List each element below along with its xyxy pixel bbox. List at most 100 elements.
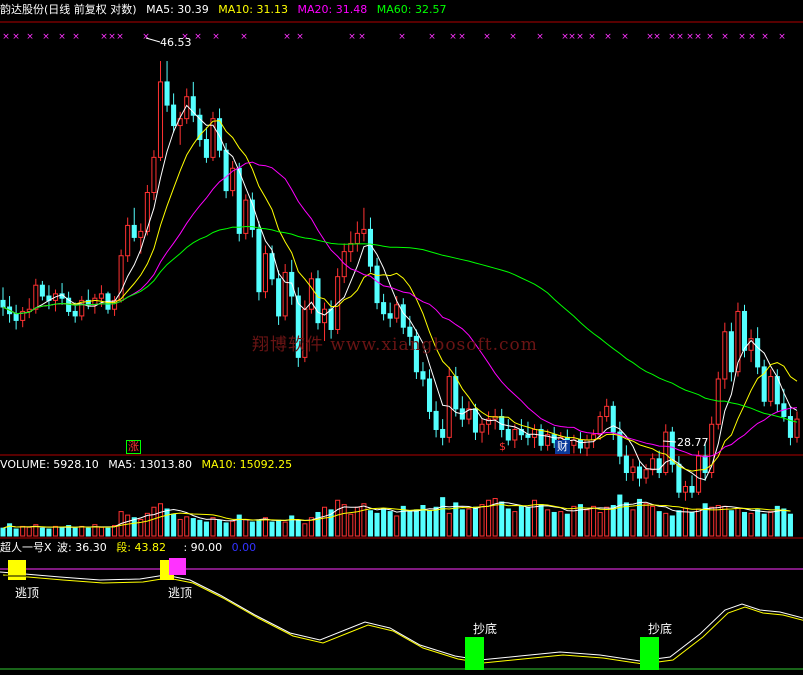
volume-bar (262, 517, 269, 537)
volume-bar (512, 511, 518, 537)
volume-bar (381, 508, 387, 537)
volume-bar (374, 512, 380, 537)
bottom-label-2: 抄底 (648, 622, 673, 636)
indicator-duan-line (2, 574, 803, 665)
volume-bar (282, 521, 288, 537)
low-price-label: 28.77 (677, 436, 709, 449)
signal-x-mark: × (449, 32, 457, 42)
volume-bar (761, 513, 767, 537)
candle-body (171, 104, 177, 127)
escape-label-1: 逃顶 (15, 586, 40, 600)
volume-bar (236, 514, 242, 537)
signal-x-mark: × (536, 32, 544, 42)
volume-bar (171, 513, 177, 537)
volume-bar (531, 499, 538, 537)
volume-bar (584, 509, 590, 537)
volume-bar (98, 526, 104, 537)
candle-body (630, 466, 636, 474)
candle-body (610, 405, 616, 433)
volume-bar (604, 506, 610, 537)
signal-x-mark: × (283, 32, 291, 42)
bottom-block-1 (465, 637, 484, 670)
candle-body (131, 224, 137, 238)
candle-body (164, 81, 170, 106)
signal-x-mark: × (509, 32, 517, 42)
volume-bar (0, 527, 6, 537)
candle-body (741, 310, 748, 351)
candle-body (696, 455, 702, 493)
volume-bar (79, 525, 85, 537)
bottom-block-2 (640, 637, 659, 670)
indicator-zero: 0.00 (231, 541, 257, 554)
signal-x-mark: × (296, 32, 304, 42)
volume-bar (689, 511, 695, 537)
signal-x-mark: × (240, 32, 248, 42)
candle-body (636, 466, 643, 479)
volume-bar (52, 525, 59, 537)
volume-bar (223, 522, 229, 537)
candle-body (125, 224, 131, 257)
signal-x-mark: × (604, 32, 612, 42)
volume-bar (735, 507, 741, 537)
escape-label-2: 逃顶 (168, 586, 193, 600)
volume-bar (643, 503, 649, 537)
signal-x-mark: × (706, 32, 714, 42)
volume-bar (755, 509, 761, 537)
volume-bar (781, 508, 787, 537)
candle-body (276, 278, 282, 317)
candle-body (394, 304, 400, 319)
candle-body (138, 230, 144, 238)
candle-body (689, 485, 695, 493)
escape-block-3 (169, 558, 186, 575)
candle-body (381, 302, 387, 315)
volume-bar (348, 513, 354, 537)
candle-body (361, 228, 367, 234)
volume-bar (315, 511, 321, 537)
volume-bar (669, 515, 675, 537)
volume-ma5: MA5: 13013.80 (108, 458, 192, 471)
signal-x-mark: × (72, 32, 80, 42)
volume-bar (157, 503, 164, 537)
signal-x-mark: × (748, 32, 756, 42)
volume-bar (472, 506, 478, 537)
candle-body (72, 310, 78, 317)
volume-bar (39, 527, 45, 537)
candle-body (768, 376, 774, 402)
candle-body (623, 455, 629, 474)
volume-bar (610, 505, 616, 537)
volume-bar (564, 513, 570, 537)
signal-x-mark: × (42, 32, 50, 42)
candle-body (656, 458, 662, 474)
candle-body (715, 378, 721, 425)
candle-body (663, 431, 669, 474)
signal-x-mark: × (588, 32, 596, 42)
indicator-bo: 波: 36.30 (57, 541, 107, 554)
candle-body (374, 265, 380, 304)
signal-x-mark: × (194, 32, 202, 42)
candle-body (13, 313, 19, 321)
signal-x-mark: × (676, 32, 684, 42)
candle-body (676, 463, 682, 493)
volume-bar (164, 508, 170, 537)
volume-ma10: MA10: 15092.25 (201, 458, 293, 471)
volume-bar (787, 513, 793, 537)
volume-bar (728, 510, 734, 537)
candle-body (479, 423, 485, 433)
volume-bar (190, 518, 196, 537)
signal-x-mark: × (2, 32, 10, 42)
candle-body (440, 428, 446, 438)
candle-body (512, 428, 518, 441)
volume-bar (13, 528, 19, 537)
candle-body (453, 376, 459, 410)
volume-bar (46, 528, 52, 537)
volume-bar (748, 512, 754, 537)
volume-bar (656, 511, 662, 537)
volume-bar (545, 509, 551, 537)
volume-bar (322, 506, 328, 537)
candle-body (755, 338, 761, 368)
volume-bar (591, 505, 597, 537)
candle-body (322, 308, 328, 324)
volume-bar (551, 511, 557, 537)
candle-body (236, 167, 242, 234)
volume-bar (295, 519, 301, 537)
